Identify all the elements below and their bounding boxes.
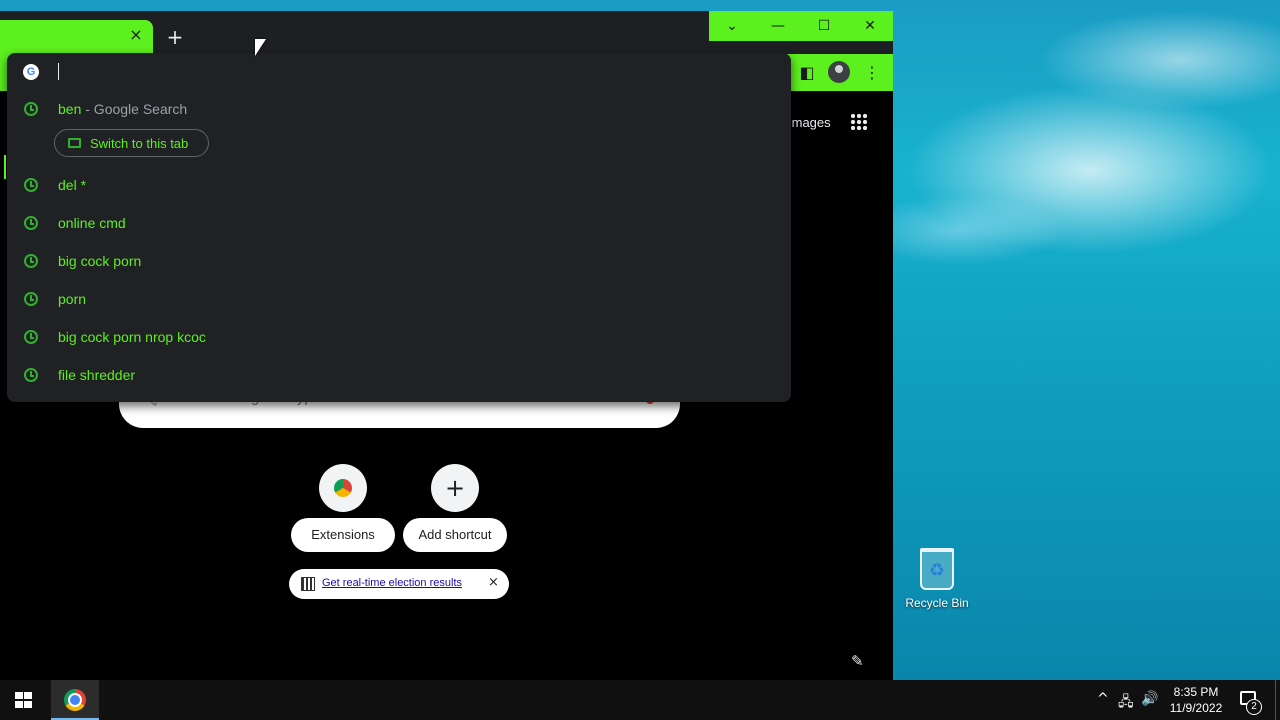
suggestion-text: del * — [58, 177, 87, 193]
chrome-taskbar-button[interactable] — [51, 680, 99, 720]
suggestion-item[interactable]: del * — [7, 166, 791, 204]
system-clock[interactable]: 8:35 PM 11/9/2022 — [1160, 684, 1232, 716]
election-promo: Get real-time election results × — [289, 569, 509, 599]
minimize-button[interactable]: — — [755, 11, 801, 41]
suggestion-item[interactable]: ben - Google Search — [7, 90, 791, 128]
add-shortcut-icon[interactable]: + — [431, 464, 479, 512]
suggestion-subtext: - Google Search — [81, 101, 188, 117]
close-window-button[interactable]: ✕ — [847, 11, 893, 41]
images-link[interactable]: Images — [788, 115, 831, 130]
election-results-link[interactable]: Get real-time election results — [322, 577, 462, 589]
suggestion-item[interactable]: big cock porn nrop kcoc — [7, 318, 791, 356]
recycle-bin-shortcut[interactable]: Recycle Bin — [900, 548, 974, 610]
tab-close-icon[interactable]: × — [127, 26, 145, 44]
clock-time: 8:35 PM — [1173, 685, 1219, 699]
customize-pencil-icon[interactable]: ✎ — [851, 652, 869, 670]
suggestion-item[interactable]: big cock porn — [7, 242, 791, 280]
switch-to-tab-label: Switch to this tab — [90, 136, 189, 151]
add-shortcut-label[interactable]: Add shortcut — [403, 518, 507, 552]
suggestion-text: porn — [58, 291, 87, 307]
history-clock-icon — [24, 368, 38, 382]
tray-chevron-icon[interactable]: ^ — [1097, 691, 1109, 707]
extensions-shortcut-icon[interactable] — [319, 464, 367, 512]
notification-count-badge: 2 — [1246, 699, 1262, 715]
extensions-shortcut-label[interactable]: Extensions — [291, 518, 395, 552]
taskbar: ^ 🖧 🔊 8:35 PM 11/9/2022 2 — [0, 680, 1280, 720]
history-clock-icon — [24, 216, 38, 230]
history-clock-icon — [24, 178, 38, 192]
suggestion-item[interactable]: porn — [7, 280, 791, 318]
start-button-icon[interactable] — [15, 692, 32, 708]
suggestion-text: file shredder — [58, 367, 136, 383]
suggestion-text: big cock porn — [58, 253, 142, 269]
history-clock-icon — [24, 254, 38, 268]
new-tab-button[interactable]: + — [165, 27, 185, 47]
maximize-button[interactable]: ☐ — [801, 11, 847, 41]
mouse-cursor-icon — [255, 39, 266, 56]
recycle-bin-label: Recycle Bin — [905, 596, 969, 610]
title-bar: × + ⌄ — ☐ ✕ — [0, 11, 893, 54]
network-icon[interactable]: 🖧 — [1118, 691, 1134, 715]
omnibox-dropdown: G ben - Google Search Switch to this tab… — [7, 53, 791, 402]
google-icon: G — [23, 64, 39, 80]
suggestion-text: big cock porn nrop kcoc — [58, 329, 206, 345]
focus-indicator — [4, 155, 6, 179]
history-clock-icon — [24, 330, 38, 344]
show-desktop-button[interactable] — [1275, 680, 1276, 720]
suggestion-item[interactable]: online cmd — [7, 204, 791, 242]
tab-icon — [68, 138, 81, 148]
promo-close-icon[interactable]: × — [488, 575, 499, 590]
side-panel-icon[interactable]: ◧ — [794, 60, 820, 86]
switch-to-tab-button[interactable]: Switch to this tab — [54, 129, 209, 157]
suggestion-text: online cmd — [58, 215, 126, 231]
volume-icon[interactable]: 🔊 — [1141, 691, 1158, 707]
ballot-icon — [301, 577, 315, 591]
history-clock-icon — [24, 292, 38, 306]
active-tab[interactable]: × — [0, 20, 153, 54]
chrome-icon — [64, 689, 86, 711]
history-clock-icon — [24, 102, 38, 116]
chrome-icon — [334, 479, 352, 497]
apps-grid-icon[interactable] — [850, 113, 868, 131]
text-caret — [58, 63, 59, 80]
clock-date: 11/9/2022 — [1169, 701, 1223, 715]
suggestion-item[interactable]: file shredder — [7, 356, 791, 394]
tab-search-button[interactable]: ⌄ — [709, 11, 755, 41]
menu-icon[interactable]: ⋮ — [859, 60, 885, 86]
suggestion-text: ben — [58, 101, 82, 117]
recycle-bin-icon — [920, 548, 954, 590]
omnibox-input[interactable]: G — [7, 53, 791, 91]
profile-avatar[interactable] — [828, 61, 850, 83]
